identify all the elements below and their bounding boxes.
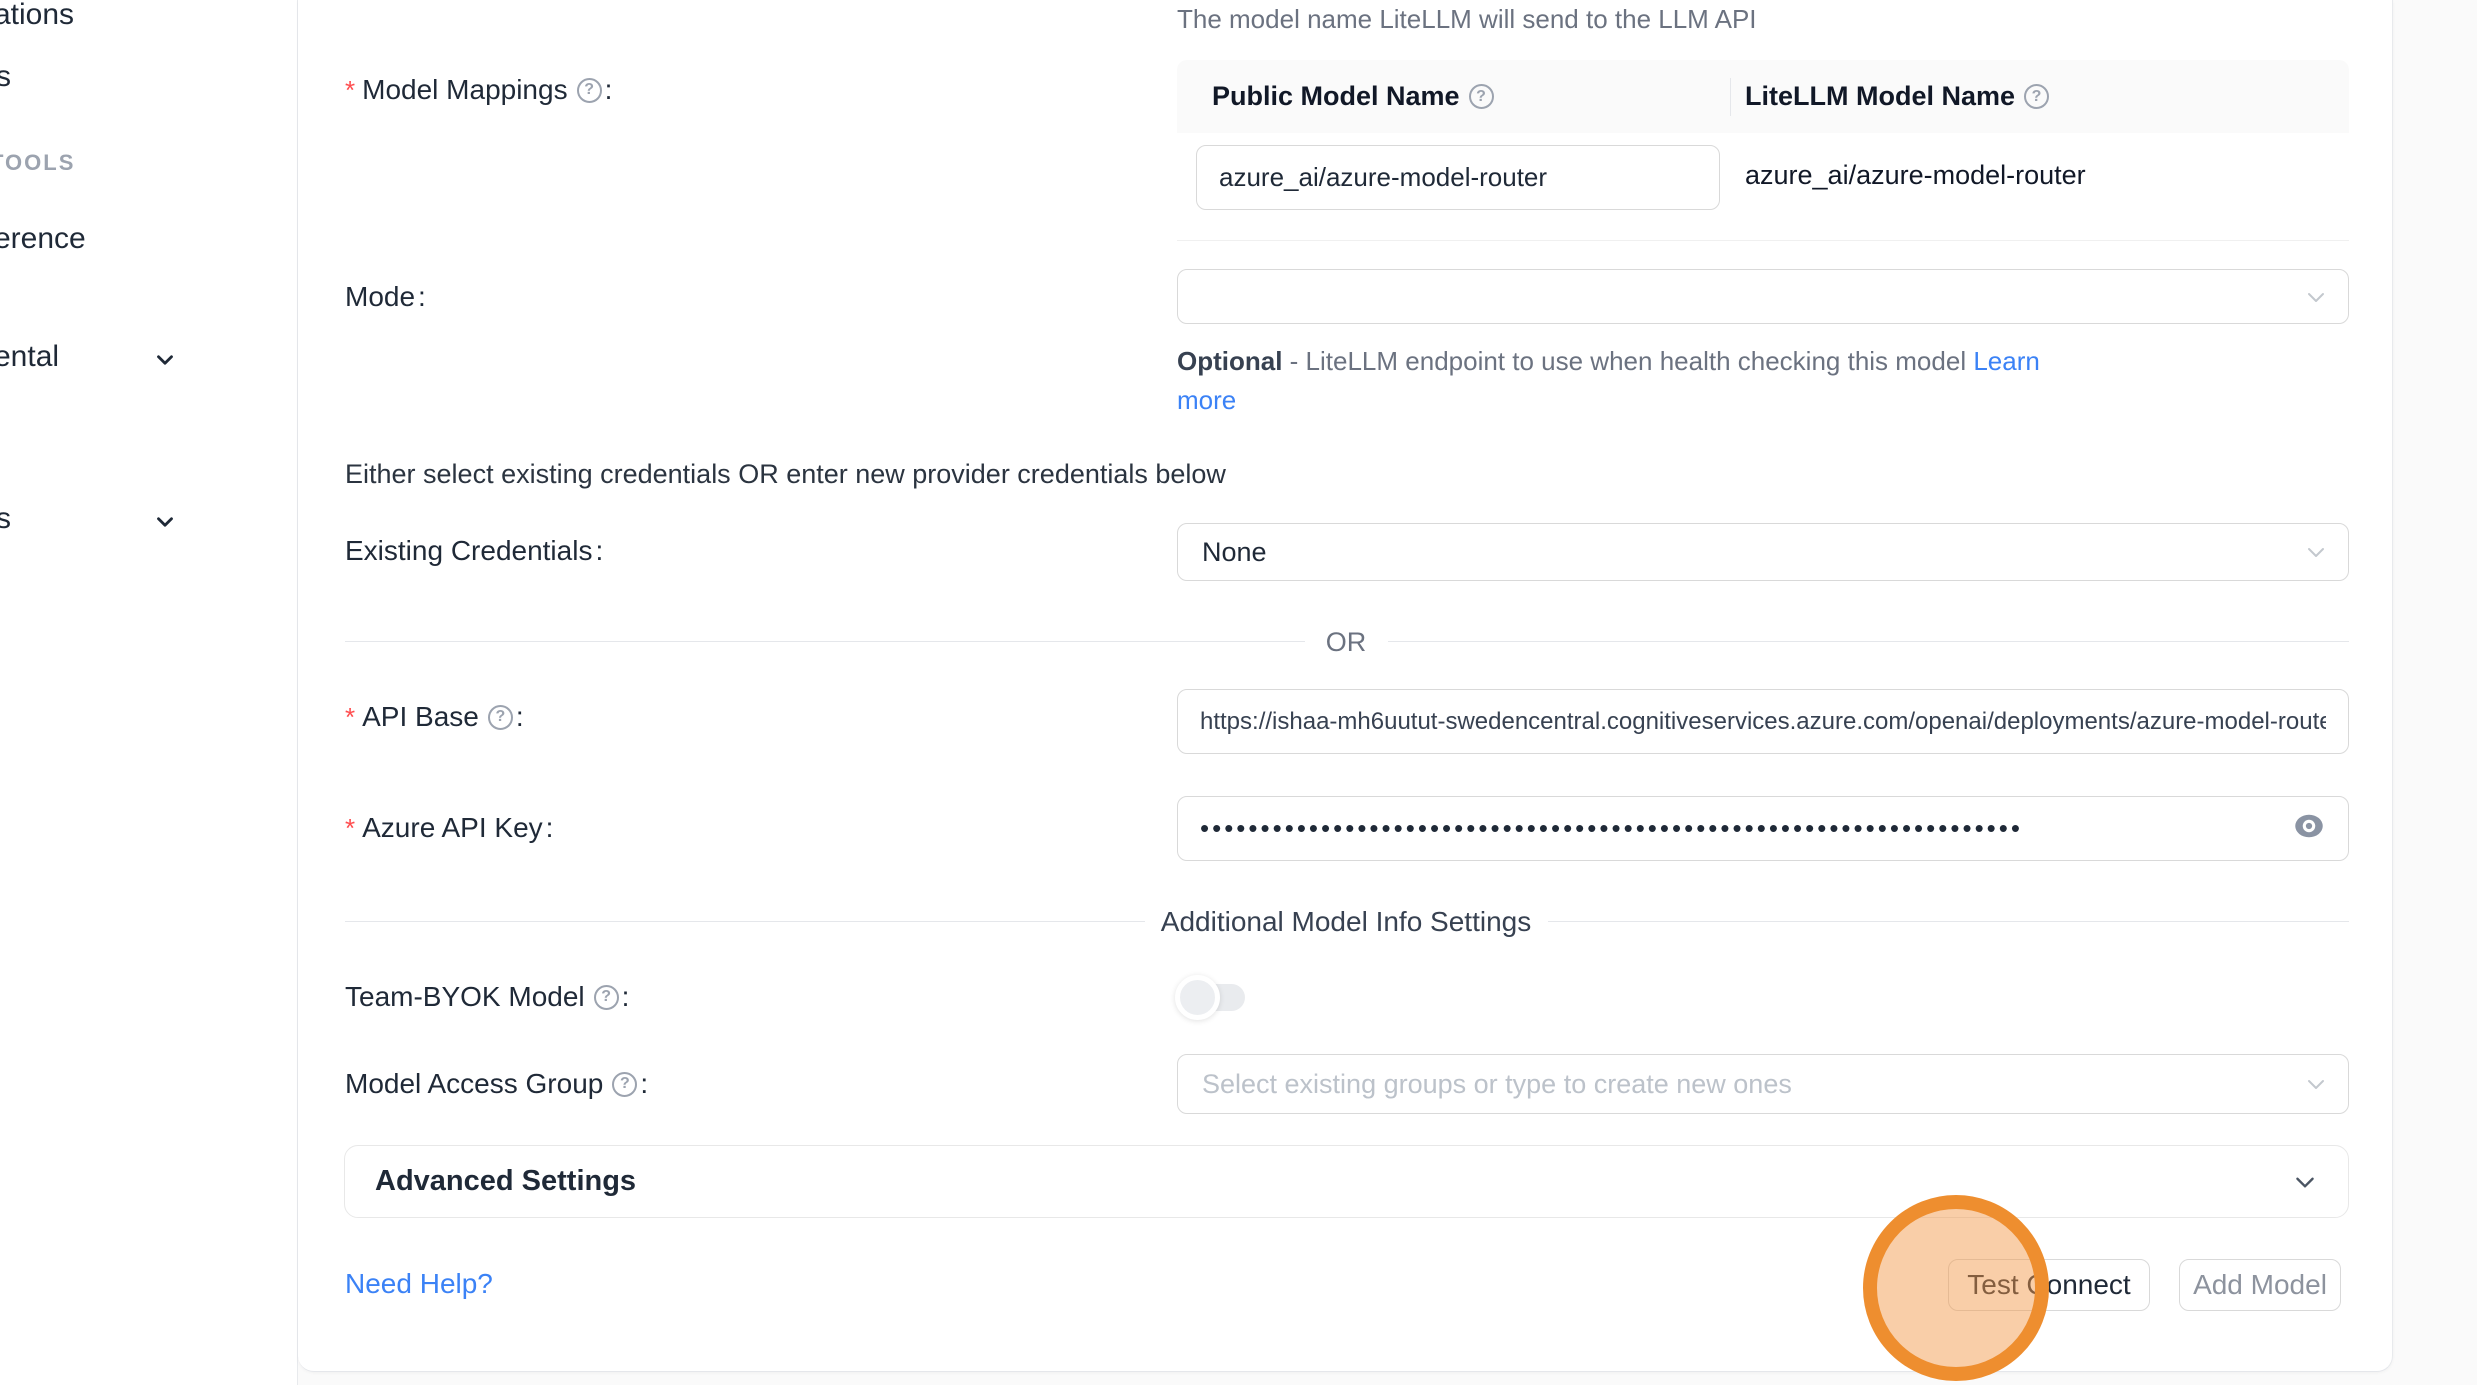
- column-header-litellm-model-name: LiteLLM Model Name ?: [1745, 81, 2049, 112]
- azure-api-key-label: * Azure API Key :: [345, 807, 553, 849]
- chevron-down-icon: [152, 347, 178, 373]
- model-access-group-placeholder: Select existing groups or type to create…: [1202, 1069, 1792, 1100]
- sidebar: ations s TOOLS erence ental s: [0, 0, 298, 1385]
- azure-api-key-input[interactable]: ••••••••••••••••••••••••••••••••••••••••…: [1177, 796, 2349, 861]
- or-divider-line-left: [345, 641, 1305, 642]
- additional-divider-line-right: [1548, 921, 2349, 922]
- advanced-settings-panel[interactable]: Advanced Settings: [344, 1145, 2349, 1218]
- column-header-public-model-name: Public Model Name ?: [1212, 81, 1727, 112]
- help-question-icon[interactable]: ?: [577, 78, 602, 103]
- sidebar-item-label: ations: [0, 0, 74, 32]
- sidebar-item-settings[interactable]: s: [0, 502, 11, 536]
- sidebar-item-label: s: [0, 502, 11, 536]
- required-asterisk: *: [345, 702, 355, 733]
- sidebar-item-label: erence: [0, 222, 86, 256]
- existing-credentials-label: Existing Credentials :: [345, 530, 603, 572]
- help-question-icon[interactable]: ?: [488, 705, 513, 730]
- mode-select[interactable]: [1177, 269, 2349, 324]
- public-model-name-input[interactable]: [1196, 145, 1720, 210]
- mode-help-line2: more: [1177, 385, 1236, 416]
- sidebar-item-api-reference[interactable]: erence: [0, 222, 86, 256]
- add-model-form-card: The model name LiteLLM will send to the …: [298, 0, 2393, 1372]
- table-column-divider: [1730, 78, 1731, 116]
- additional-divider-line-left: [345, 921, 1145, 922]
- chevron-down-icon: [152, 509, 178, 535]
- chevron-down-icon: [2304, 540, 2328, 564]
- test-connect-button[interactable]: Test Connect: [1948, 1259, 2150, 1311]
- sidebar-item-label: s: [0, 60, 11, 94]
- help-question-icon[interactable]: ?: [612, 1072, 637, 1097]
- team-byok-toggle[interactable]: [1183, 984, 1245, 1011]
- password-visibility-toggle-icon[interactable]: [2291, 808, 2327, 844]
- existing-credentials-value: None: [1202, 537, 1267, 568]
- model-name-help-text: The model name LiteLLM will send to the …: [1177, 4, 1757, 35]
- help-question-icon[interactable]: ?: [2024, 84, 2049, 109]
- sidebar-item-experimental[interactable]: ental: [0, 340, 59, 374]
- api-base-label: * API Base ? :: [345, 696, 524, 738]
- credentials-note: Either select existing credentials OR en…: [345, 459, 1226, 490]
- help-question-icon[interactable]: ?: [1469, 84, 1494, 109]
- model-mappings-table-header: Public Model Name ? LiteLLM Model Name ?: [1177, 60, 2349, 133]
- need-help-link[interactable]: Need Help?: [345, 1268, 493, 1300]
- table-row-divider: [1177, 240, 2349, 241]
- required-asterisk: *: [345, 75, 355, 106]
- additional-divider-text: Additional Model Info Settings: [1161, 906, 1531, 938]
- learn-more-link[interactable]: Learn: [1973, 346, 2040, 376]
- advanced-settings-label: Advanced Settings: [375, 1165, 636, 1198]
- chevron-down-icon: [2292, 1169, 2318, 1195]
- api-base-input[interactable]: [1177, 689, 2349, 754]
- add-model-button[interactable]: Add Model: [2179, 1259, 2341, 1311]
- existing-credentials-select[interactable]: None: [1177, 523, 2349, 581]
- sidebar-item-label: ental: [0, 340, 59, 374]
- chevron-down-icon: [2304, 285, 2328, 309]
- sidebar-item-guardrails[interactable]: s: [0, 60, 11, 94]
- sidebar-section-tools: TOOLS: [0, 150, 75, 176]
- required-asterisk: *: [345, 813, 355, 844]
- sidebar-item-organizations[interactable]: ations: [0, 0, 74, 32]
- chevron-down-icon: [2304, 1072, 2328, 1096]
- mode-label: Mode :: [345, 276, 426, 318]
- model-access-group-select[interactable]: Select existing groups or type to create…: [1177, 1054, 2349, 1114]
- model-access-group-label: Model Access Group ? :: [345, 1063, 648, 1105]
- optional-prefix: Optional: [1177, 346, 1282, 376]
- team-byok-label: Team-BYOK Model ? :: [345, 976, 629, 1018]
- mode-help-line1: Optional - LiteLLM endpoint to use when …: [1177, 346, 2040, 377]
- litellm-model-name-value: azure_ai/azure-model-router: [1745, 160, 2086, 191]
- or-divider-text: OR: [1326, 627, 1367, 658]
- or-divider-line-right: [1388, 641, 2349, 642]
- learn-more-link[interactable]: more: [1177, 385, 1236, 415]
- model-mappings-label: * Model Mappings ? :: [345, 69, 612, 111]
- toggle-knob: [1175, 975, 1220, 1020]
- help-question-icon[interactable]: ?: [594, 985, 619, 1010]
